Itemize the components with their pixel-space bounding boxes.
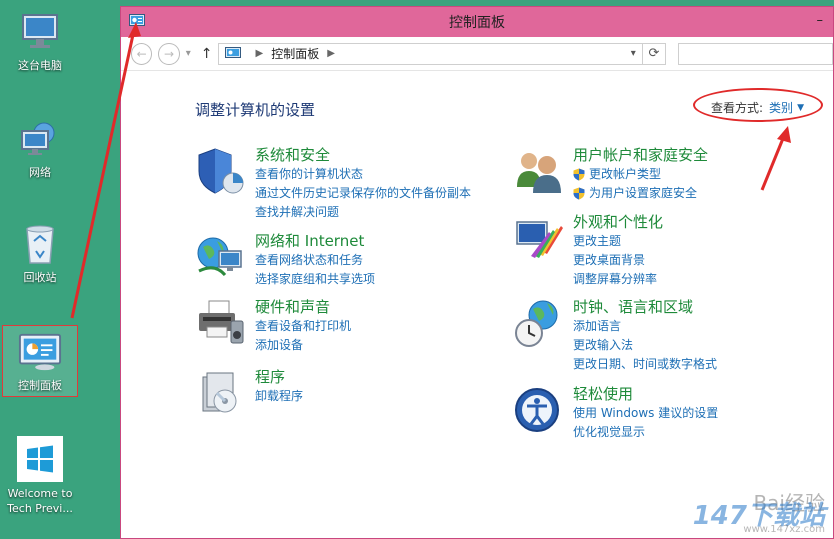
annotation-oval	[693, 88, 823, 122]
desktop-icon-label: Welcome to Tech Previ...	[7, 487, 73, 515]
link-change-input-method[interactable]: 更改输入法	[573, 336, 717, 355]
back-button[interactable]: ←	[131, 42, 153, 65]
control-panel-icon	[18, 330, 62, 374]
up-button[interactable]: ↑	[201, 46, 213, 62]
breadcrumb-chevron-icon[interactable]: ▶	[255, 48, 263, 59]
link-desktop-background[interactable]: 更改桌面背景	[573, 251, 663, 270]
link-screen-resolution[interactable]: 调整屏幕分辨率	[573, 270, 663, 289]
printer-icon	[195, 297, 247, 349]
windows-logo-icon	[17, 436, 63, 482]
control-panel-window: 控制面板 – ← → ▾ ↑ ▶ 控制面板 ▶ ▾ ⟳ 调整计算机的设置 查看方…	[120, 6, 834, 539]
link-file-history[interactable]: 通过文件历史记录保存你的文件备份副本	[255, 184, 471, 203]
desktop-icon-label: 网络	[29, 166, 51, 179]
control-panel-icon	[225, 47, 242, 60]
category-appearance: 外观和个性化 更改主题 更改桌面背景 调整屏幕分辨率	[513, 212, 663, 289]
desktop-icon-recycle-bin[interactable]: 回收站	[0, 222, 80, 285]
accessibility-icon	[513, 384, 565, 436]
category-network-internet: 网络和 Internet 查看网络状态和任务 选择家庭组和共享选项	[195, 231, 375, 289]
programs-icon	[195, 367, 247, 419]
category-title[interactable]: 外观和个性化	[573, 212, 663, 232]
clock-globe-icon	[513, 297, 565, 349]
desktop-icon-label: 控制面板	[18, 379, 62, 392]
users-icon	[513, 145, 565, 197]
desktop-icon-label: 这台电脑	[18, 59, 62, 72]
uac-shield-icon	[573, 168, 585, 181]
minimize-icon[interactable]: –	[817, 13, 824, 28]
category-title[interactable]: 硬件和声音	[255, 297, 351, 317]
link-change-theme[interactable]: 更改主题	[573, 232, 663, 251]
forward-button[interactable]: →	[158, 42, 180, 65]
link-family-safety[interactable]: 为用户设置家庭安全	[573, 184, 708, 203]
uac-shield-icon	[573, 187, 585, 200]
category-title[interactable]: 系统和安全	[255, 145, 471, 165]
recent-locations-icon[interactable]: ▾	[186, 48, 191, 59]
category-hardware-sound: 硬件和声音 查看设备和打印机 添加设备	[195, 297, 351, 355]
link-uninstall-program[interactable]: 卸载程序	[255, 387, 303, 406]
network-globe-icon	[195, 231, 247, 283]
refresh-button[interactable]: ⟳	[642, 42, 667, 65]
category-title[interactable]: 轻松使用	[573, 384, 718, 404]
category-programs: 程序 卸载程序	[195, 367, 303, 419]
breadcrumb-chevron-icon[interactable]: ▶	[327, 48, 335, 59]
shield-icon	[195, 145, 247, 197]
control-panel-icon[interactable]	[129, 14, 145, 28]
link-network-status[interactable]: 查看网络状态和任务	[255, 251, 375, 270]
title-bar[interactable]: 控制面板 –	[121, 7, 833, 37]
address-bar[interactable]: ▶ 控制面板 ▶ ▾	[218, 42, 643, 65]
navigation-bar: ← → ▾ ↑ ▶ 控制面板 ▶ ▾ ⟳	[121, 37, 833, 71]
link-troubleshoot[interactable]: 查找并解决问题	[255, 203, 471, 222]
category-ease-of-access: 轻松使用 使用 Windows 建议的设置 优化视觉显示	[513, 384, 718, 442]
watermark-brand: 147下载站	[692, 501, 825, 531]
link-devices-printers[interactable]: 查看设备和打印机	[255, 317, 351, 336]
network-icon	[18, 117, 62, 161]
address-dropdown-icon[interactable]: ▾	[631, 48, 636, 59]
window-title: 控制面板	[449, 15, 505, 31]
link-change-account-type[interactable]: 更改帐户类型	[573, 165, 708, 184]
link-add-language[interactable]: 添加语言	[573, 317, 717, 336]
category-title[interactable]: 程序	[255, 367, 303, 387]
breadcrumb-control-panel[interactable]: 控制面板	[271, 45, 319, 62]
category-title[interactable]: 时钟、语言和区域	[573, 297, 717, 317]
content-area: 调整计算机的设置 查看方式: 类别 ▼ 系统和安全 查看你的计算机状态 通过文件…	[121, 71, 833, 539]
desktop-icon-welcome[interactable]: Welcome to Tech Previ...	[0, 436, 80, 516]
category-user-accounts: 用户帐户和家庭安全 更改帐户类型 为用户设置家庭安全	[513, 145, 708, 203]
computer-icon	[18, 10, 62, 54]
category-system-security: 系统和安全 查看你的计算机状态 通过文件历史记录保存你的文件备份副本 查找并解决…	[195, 145, 471, 222]
link-date-time-format[interactable]: 更改日期、时间或数字格式	[573, 355, 717, 374]
category-title[interactable]: 用户帐户和家庭安全	[573, 145, 708, 165]
link-homegroup[interactable]: 选择家庭组和共享选项	[255, 270, 375, 289]
link-add-device[interactable]: 添加设备	[255, 336, 351, 355]
watermark: Bai经验 147下载站 www.147xz.com	[692, 493, 825, 536]
link-text[interactable]: 更改帐户类型	[589, 165, 661, 184]
link-recommended-settings[interactable]: 使用 Windows 建议的设置	[573, 404, 718, 423]
desktop-icon-control-panel[interactable]: 控制面板	[2, 325, 78, 397]
search-input[interactable]	[678, 42, 833, 65]
category-title[interactable]: 网络和 Internet	[255, 231, 375, 251]
page-title: 调整计算机的设置	[195, 101, 316, 119]
desktop-icon-this-pc[interactable]: 这台电脑	[0, 10, 80, 73]
link-text[interactable]: 为用户设置家庭安全	[589, 184, 697, 203]
appearance-icon	[513, 212, 565, 264]
desktop-icon-network[interactable]: 网络	[0, 117, 80, 180]
recycle-bin-icon	[18, 222, 62, 266]
link-optimize-display[interactable]: 优化视觉显示	[573, 423, 718, 442]
link-view-computer-status[interactable]: 查看你的计算机状态	[255, 165, 471, 184]
category-clock-language-region: 时钟、语言和区域 添加语言 更改输入法 更改日期、时间或数字格式	[513, 297, 717, 374]
desktop-icon-label: 回收站	[23, 271, 57, 284]
